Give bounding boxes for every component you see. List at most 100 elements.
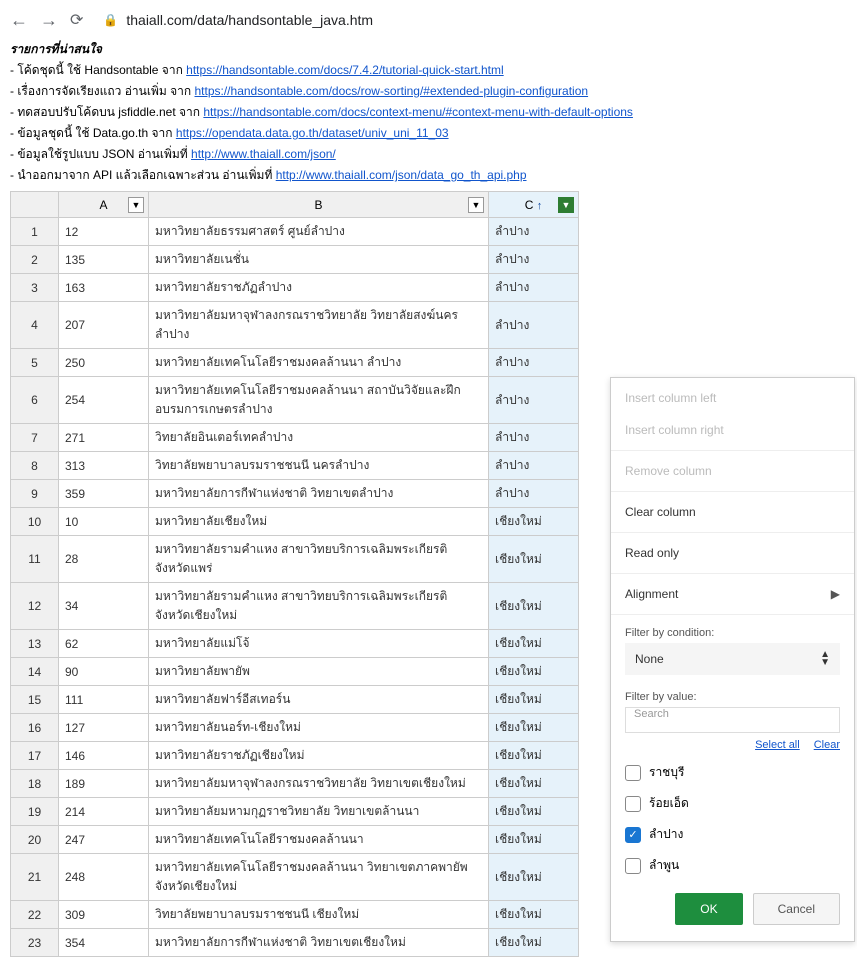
table-row[interactable]: 16127มหาวิทยาลัยนอร์ท-เชียงใหม่เชียงใหม่ [11,714,579,742]
cell[interactable]: มหาวิทยาลัยราชภัฏเชียงใหม่ [149,742,489,770]
cell[interactable]: 135 [59,246,149,274]
row-header[interactable]: 21 [11,854,59,901]
table-row[interactable]: 9359มหาวิทยาลัยการกีฬาแห่งชาติ วิทยาเขตล… [11,480,579,508]
row-header[interactable]: 13 [11,630,59,658]
row-header[interactable]: 16 [11,714,59,742]
cell[interactable]: 146 [59,742,149,770]
cell[interactable]: มหาวิทยาลัยเทคโนโลยีราชมงคลล้านนา วิทยาเ… [149,854,489,901]
table-row[interactable]: 4207มหาวิทยาลัยมหาจุฬาลงกรณราชวิทยาลัย ว… [11,302,579,349]
cell[interactable]: มหาวิทยาลัยเนชั่น [149,246,489,274]
clear-link[interactable]: Clear [814,739,840,751]
cell[interactable]: ลำปาง [489,218,579,246]
row-header[interactable]: 19 [11,798,59,826]
condition-select[interactable]: None ▲▼ [625,643,840,675]
filter-search-input[interactable]: Search [625,707,840,733]
table-row[interactable]: 19214มหาวิทยาลัยมหามกุฏราชวิทยาลัย วิทยา… [11,798,579,826]
row-header[interactable]: 4 [11,302,59,349]
cell[interactable]: เชียงใหม่ [489,929,579,957]
cell[interactable]: เชียงใหม่ [489,714,579,742]
cell[interactable]: 28 [59,536,149,583]
cell[interactable]: ลำปาง [489,480,579,508]
menu-clear-col[interactable]: Clear column [611,496,854,528]
filter-button-c[interactable]: ▼ [558,197,574,213]
cell[interactable]: เชียงใหม่ [489,508,579,536]
cell[interactable]: 127 [59,714,149,742]
row-header[interactable]: 22 [11,901,59,929]
cell[interactable]: มหาวิทยาลัยมหามกุฏราชวิทยาลัย วิทยาเขตล้… [149,798,489,826]
reload-button[interactable]: ⟳ [70,10,83,30]
forward-button[interactable]: → [40,10,58,31]
table-row[interactable]: 1234มหาวิทยาลัยรามคำแหง สาขาวิทยบริการเฉ… [11,583,579,630]
row-header[interactable]: 2 [11,246,59,274]
cell[interactable]: 111 [59,686,149,714]
cell[interactable]: มหาวิทยาลัยเชียงใหม่ [149,508,489,536]
cell[interactable]: วิทยาลัยพยาบาลบรมราชชนนี นครลำปาง [149,452,489,480]
cell[interactable]: เชียงใหม่ [489,583,579,630]
row-header[interactable]: 12 [11,583,59,630]
ok-button[interactable]: OK [675,893,742,925]
cell[interactable]: 313 [59,452,149,480]
cell[interactable]: 254 [59,377,149,424]
cell[interactable]: มหาวิทยาลัยราชภัฏลำปาง [149,274,489,302]
row-header[interactable]: 6 [11,377,59,424]
cell[interactable]: มหาวิทยาลัยแม่โจ้ [149,630,489,658]
cell[interactable]: 214 [59,798,149,826]
cell[interactable]: ลำปาง [489,274,579,302]
table-row[interactable]: 15111มหาวิทยาลัยฟาร์อีสเทอร์นเชียงใหม่ [11,686,579,714]
cell[interactable]: มหาวิทยาลัยเทคโนโลยีราชมงคลล้านนา ลำปาง [149,349,489,377]
filter-value-item[interactable]: ร้อยเอ็ด [625,788,848,819]
cell[interactable]: เชียงใหม่ [489,658,579,686]
select-all-link[interactable]: Select all [755,739,800,751]
cell[interactable]: เชียงใหม่ [489,770,579,798]
col-header-c[interactable]: C ↑ ▼ [489,192,579,218]
filter-value-item[interactable]: ราชบุรี [625,757,848,788]
cell[interactable]: เชียงใหม่ [489,854,579,901]
table-row[interactable]: 1128มหาวิทยาลัยรามคำแหง สาขาวิทยบริการเฉ… [11,536,579,583]
table-row[interactable]: 1010มหาวิทยาลัยเชียงใหม่เชียงใหม่ [11,508,579,536]
row-header[interactable]: 15 [11,686,59,714]
checkbox[interactable]: ✓ [625,827,641,843]
table-row[interactable]: 1490มหาวิทยาลัยพายัพเชียงใหม่ [11,658,579,686]
row-header[interactable]: 10 [11,508,59,536]
cell[interactable]: 207 [59,302,149,349]
cell[interactable]: มหาวิทยาลัยรามคำแหง สาขาวิทยบริการเฉลิมพ… [149,536,489,583]
cell[interactable]: 163 [59,274,149,302]
cell[interactable]: เชียงใหม่ [489,536,579,583]
table-row[interactable]: 5250มหาวิทยาลัยเทคโนโลยีราชมงคลล้านนา ลำ… [11,349,579,377]
cell[interactable]: วิทยาลัยพยาบาลบรมราชชนนี เชียงใหม่ [149,901,489,929]
cell[interactable]: 247 [59,826,149,854]
cell[interactable]: มหาวิทยาลัยเทคโนโลยีราชมงคลล้านนา [149,826,489,854]
cell[interactable]: มหาวิทยาลัยการกีฬาแห่งชาติ วิทยาเขตลำปาง [149,480,489,508]
row-header[interactable]: 7 [11,424,59,452]
intro-link[interactable]: http://www.thaiall.com/json/ [191,147,336,161]
cell[interactable]: เชียงใหม่ [489,826,579,854]
cell[interactable]: 90 [59,658,149,686]
cell[interactable]: 12 [59,218,149,246]
cell[interactable]: มหาวิทยาลัยเทคโนโลยีราชมงคลล้านนา สถาบัน… [149,377,489,424]
table-row[interactable]: 1362มหาวิทยาลัยแม่โจ้เชียงใหม่ [11,630,579,658]
table-row[interactable]: 6254มหาวิทยาลัยเทคโนโลยีราชมงคลล้านนา สถ… [11,377,579,424]
intro-link[interactable]: https://handsontable.com/docs/7.4.2/tuto… [186,63,504,77]
checkbox[interactable] [625,796,641,812]
row-header[interactable]: 11 [11,536,59,583]
cell[interactable]: 62 [59,630,149,658]
row-header[interactable]: 3 [11,274,59,302]
cell[interactable]: ลำปาง [489,349,579,377]
cell[interactable]: ลำปาง [489,424,579,452]
cell[interactable]: มหาวิทยาลัยพายัพ [149,658,489,686]
cell[interactable]: 248 [59,854,149,901]
cell[interactable]: วิทยาลัยอินเตอร์เทคลำปาง [149,424,489,452]
cell[interactable]: 271 [59,424,149,452]
cell[interactable]: เชียงใหม่ [489,798,579,826]
table-row[interactable]: 8313วิทยาลัยพยาบาลบรมราชชนนี นครลำปางลำป… [11,452,579,480]
row-header[interactable]: 18 [11,770,59,798]
row-header[interactable]: 14 [11,658,59,686]
cell[interactable]: 354 [59,929,149,957]
col-header-b[interactable]: B ▼ [149,192,489,218]
corner-header[interactable] [11,192,59,218]
checkbox[interactable] [625,858,641,874]
col-header-a[interactable]: A ▼ [59,192,149,218]
cell[interactable]: ลำปาง [489,246,579,274]
table-row[interactable]: 3163มหาวิทยาลัยราชภัฏลำปางลำปาง [11,274,579,302]
filter-value-list[interactable]: ราชบุรีร้อยเอ็ด✓ลำปางลำพูน [625,757,848,881]
